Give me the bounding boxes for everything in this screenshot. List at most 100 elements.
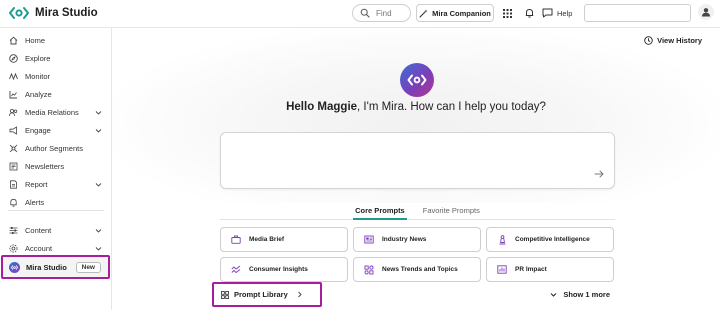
prompt-card-label: Media Brief	[249, 236, 285, 243]
chevron-down-icon	[95, 183, 102, 187]
prompt-card-label: PR Impact	[515, 266, 547, 273]
prompt-card-label: Competitive Intelligence	[515, 236, 590, 243]
grid-icon	[502, 8, 512, 18]
report-icon	[9, 180, 18, 189]
prompt-card-industry-news[interactable]: Industry News	[353, 227, 481, 252]
chess-icon	[497, 234, 507, 245]
bell-icon	[525, 8, 533, 18]
sidebar-item-home[interactable]: Home	[0, 32, 112, 49]
search-input[interactable]	[376, 8, 410, 18]
apps-grid-button[interactable]	[500, 6, 514, 20]
top-bar: Mira Studio Mira Companion	[0, 0, 720, 28]
sliders-icon	[9, 226, 18, 235]
trend-icon	[231, 265, 241, 275]
brand-name: Mira Studio	[35, 7, 98, 19]
sidebar-item-content[interactable]: Content	[0, 222, 112, 239]
sidebar-item-alerts[interactable]: Alerts	[0, 194, 112, 211]
new-badge: New	[75, 262, 101, 273]
chevron-down-icon	[95, 111, 102, 115]
sidebar-item-mira-studio[interactable]: Mira Studio New	[1, 255, 110, 279]
prompt-card-pr-impact[interactable]: PR Impact	[486, 257, 614, 282]
sidebar-item-label: Author Segments	[25, 144, 83, 153]
show-more-label: Show 1 more	[563, 290, 610, 299]
mira-companion-button[interactable]: Mira Companion	[416, 4, 494, 22]
sidebar-divider	[8, 210, 104, 211]
sidebar-item-label: Home	[25, 36, 46, 45]
sidebar-item-label: Account	[25, 244, 53, 253]
gear-icon	[9, 244, 18, 253]
prompt-card-label: Consumer Insights	[249, 266, 308, 273]
sidebar-item-author-segments[interactable]: Author Segments	[0, 140, 112, 157]
sidebar-item-report[interactable]: Report	[0, 176, 112, 193]
chevron-down-icon	[95, 229, 102, 233]
main-content: View History Hello Maggie, I'm Mira. How…	[112, 28, 720, 310]
sidebar-item-label: Analyze	[25, 90, 52, 99]
view-history-button[interactable]: View History	[644, 36, 702, 45]
chevron-right-icon	[297, 291, 302, 298]
clock-icon	[644, 36, 653, 45]
segments-icon	[9, 144, 18, 153]
sidebar-item-engage[interactable]: Engage	[0, 122, 112, 139]
mira-logo-icon	[9, 7, 29, 19]
notifications-button[interactable]	[522, 6, 536, 20]
search-icon	[360, 8, 370, 18]
tab-favorite-prompts[interactable]: Favorite Prompts	[421, 202, 482, 220]
sidebar-item-explore[interactable]: Explore	[0, 50, 112, 67]
sidebar-item-label: Report	[25, 180, 48, 189]
briefcase-icon	[231, 235, 241, 245]
view-history-label: View History	[657, 36, 702, 45]
prompt-card-news-trends-topics[interactable]: News Trends and Topics	[353, 257, 481, 282]
newspaper-icon	[364, 235, 374, 245]
grid-icon	[221, 290, 229, 299]
help-button[interactable]: Help	[542, 4, 580, 22]
prompt-card-media-brief[interactable]: Media Brief	[220, 227, 348, 252]
sidebar-item-label: Engage	[25, 126, 51, 135]
mira-hero-logo	[400, 63, 434, 97]
impact-icon	[497, 265, 507, 275]
sidebar-item-media-relations[interactable]: Media Relations	[0, 104, 112, 121]
prompt-card-consumer-insights[interactable]: Consumer Insights	[220, 257, 348, 282]
mira-logo-icon	[9, 261, 20, 273]
chart-icon	[9, 90, 18, 99]
people-icon	[9, 108, 18, 117]
newsletter-icon	[9, 162, 18, 171]
prompt-card-label: News Trends and Topics	[382, 266, 458, 273]
prompt-library-button[interactable]: Prompt Library	[212, 282, 322, 307]
topics-icon	[364, 265, 374, 275]
sidebar-item-label: Newsletters	[25, 162, 65, 171]
mira-companion-label: Mira Companion	[432, 8, 491, 18]
find-box[interactable]	[352, 4, 411, 22]
user-avatar[interactable]	[698, 4, 714, 20]
chevron-down-icon	[95, 247, 102, 251]
show-more-button[interactable]: Show 1 more	[550, 290, 610, 299]
prompt-card-competitive-intelligence[interactable]: Competitive Intelligence	[486, 227, 614, 252]
sidebar-item-label: Alerts	[25, 198, 45, 207]
sidebar-item-label: Media Relations	[25, 108, 79, 117]
compass-icon	[9, 54, 18, 63]
bell-icon	[9, 198, 18, 207]
sidebar: Home Explore Monitor Analyze Media Relat…	[0, 28, 112, 310]
help-label: Help	[557, 8, 573, 18]
mira-logo-icon	[407, 74, 427, 86]
greeting-rest: , I'm Mira. How can I help you today?	[357, 101, 546, 113]
prompt-input[interactable]	[229, 139, 589, 183]
home-icon	[9, 36, 18, 45]
brand[interactable]: Mira Studio	[9, 6, 98, 20]
tab-core-prompts[interactable]: Core Prompts	[353, 202, 407, 220]
chevron-down-icon	[550, 293, 557, 297]
top-search-field[interactable]	[584, 4, 691, 22]
sidebar-item-analyze[interactable]: Analyze	[0, 86, 112, 103]
sidebar-item-newsletters[interactable]: Newsletters	[0, 158, 112, 175]
send-arrow-icon[interactable]	[594, 169, 604, 179]
greeting-text: Hello Maggie, I'm Mira. How can I help y…	[112, 101, 720, 113]
pulse-icon	[9, 72, 18, 81]
prompt-card-label: Industry News	[382, 236, 427, 243]
prompt-box	[220, 132, 615, 189]
sidebar-item-label: Monitor	[25, 72, 51, 81]
megaphone-icon	[9, 126, 18, 135]
sidebar-item-label: Mira Studio	[26, 262, 67, 272]
sidebar-item-monitor[interactable]: Monitor	[0, 68, 112, 85]
sparkle-wand-icon	[419, 9, 428, 18]
sidebar-item-label: Explore	[25, 54, 51, 63]
prompt-library-label: Prompt Library	[234, 290, 288, 299]
